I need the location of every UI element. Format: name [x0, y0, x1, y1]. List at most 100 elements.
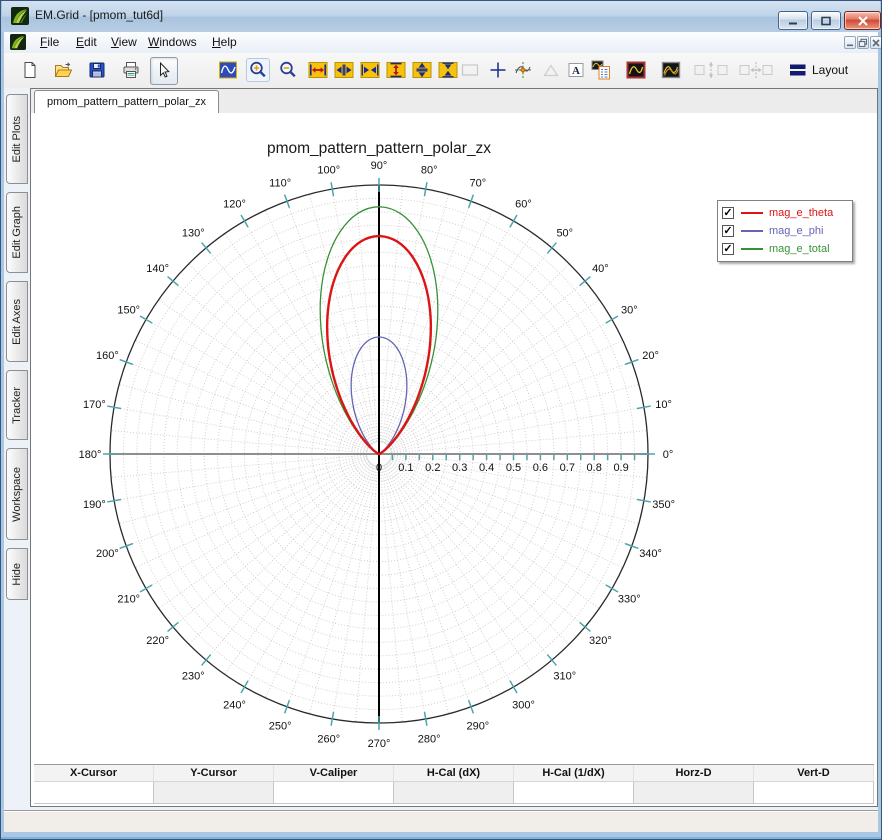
new-file-icon[interactable] [19, 59, 41, 81]
sidebar-tab-tracker[interactable]: Tracker [6, 370, 28, 440]
layout-label: Layout [812, 63, 848, 77]
legend-label: mag_e_theta [769, 207, 833, 219]
crosshair-cursor-icon[interactable] [487, 59, 509, 81]
svg-text:40°: 40° [592, 263, 609, 275]
h-zoom-in-icon[interactable] [359, 59, 381, 81]
sidebar-tab-edit-plots[interactable]: Edit Plots [6, 94, 28, 184]
menu-file[interactable]: File [36, 32, 63, 53]
svg-text:210°: 210° [117, 594, 140, 606]
readout-value-6 [754, 782, 874, 804]
svg-text:140°: 140° [146, 263, 169, 275]
svg-text:0: 0 [376, 462, 382, 474]
svg-text:20°: 20° [642, 350, 659, 362]
tracker-tool-icon[interactable] [512, 59, 534, 81]
readout-header-h-cal-dx-: H-Cal (dX) [394, 765, 514, 781]
svg-text:0.6: 0.6 [533, 462, 548, 474]
pointer-tool-icon[interactable] [150, 57, 178, 85]
svg-text:A: A [572, 65, 580, 77]
svg-text:0.1: 0.1 [398, 462, 413, 474]
mdi-close-button[interactable] [870, 36, 882, 49]
h-zoom-out-icon[interactable] [333, 59, 355, 81]
maximize-button[interactable] [811, 11, 841, 30]
zoom-out-icon[interactable] [277, 59, 299, 81]
layout-icon[interactable] [788, 59, 810, 81]
svg-text:0.8: 0.8 [587, 462, 602, 474]
svg-text:60°: 60° [515, 199, 532, 211]
svg-text:280°: 280° [418, 734, 441, 746]
sidebar-tab-edit-axes[interactable]: Edit Axes [6, 281, 28, 362]
chart-title: pmom_pattern_pattern_polar_zx [267, 140, 491, 157]
readout-header-h-cal-1-dx-: H-Cal (1/dX) [514, 765, 634, 781]
readout-value-1 [154, 782, 274, 804]
single-graph-icon[interactable] [625, 59, 647, 81]
readout-header-row: X-CursorY-CursorV-CaliperH-Cal (dX)H-Cal… [34, 765, 874, 782]
readout-value-row [34, 782, 874, 804]
document-tab[interactable]: pmom_pattern_pattern_polar_zx [34, 90, 219, 114]
legend-checkbox-mag_e_theta[interactable]: ✓ [722, 207, 734, 219]
multi-graph-icon[interactable] [660, 59, 682, 81]
chart-area: 0°10°20°30°40°50°60°70°80°90°100°110°120… [31, 113, 877, 806]
print-icon[interactable] [120, 59, 142, 81]
readout-header-vert-d: Vert-D [754, 765, 874, 781]
save-file-icon[interactable] [86, 59, 108, 81]
svg-text:50°: 50° [556, 228, 573, 240]
plot-list-icon[interactable] [590, 59, 612, 81]
split-horizontal-icon [738, 59, 774, 81]
menu-view[interactable]: View [107, 32, 141, 53]
sidebar-tab-hide[interactable]: Hide [6, 548, 28, 600]
legend-row-mag_e_phi: ✓ mag_e_phi [722, 222, 848, 240]
add-text-icon[interactable]: A [565, 59, 587, 81]
close-button[interactable] [844, 11, 881, 30]
mdi-restore-button[interactable] [857, 36, 869, 49]
readout-header-y-cursor: Y-Cursor [154, 765, 274, 781]
sidebar-tab-workspace[interactable]: Workspace [6, 448, 28, 540]
v-autoscale-icon[interactable] [385, 59, 407, 81]
readout-value-4 [514, 782, 634, 804]
svg-text:0°: 0° [663, 449, 674, 461]
svg-text:320°: 320° [589, 635, 612, 647]
legend-row-mag_e_total: ✓mag_e_total [722, 240, 848, 258]
readout-value-5 [634, 782, 754, 804]
svg-text:300°: 300° [512, 699, 535, 711]
window-title: EM.Grid - [pmom_tut6d] [35, 8, 163, 22]
v-zoom-out-icon[interactable] [411, 59, 433, 81]
svg-text:260°: 260° [317, 734, 340, 746]
svg-text:270°: 270° [368, 738, 391, 750]
sidebar-tab-edit-graph[interactable]: Edit Graph [6, 192, 28, 273]
svg-text:0.3: 0.3 [452, 462, 467, 474]
toolbar: A Layout [4, 53, 878, 89]
legend-checkbox-mag_e_total[interactable]: ✓ [722, 243, 734, 255]
svg-text:160°: 160° [96, 350, 119, 362]
h-autoscale-icon[interactable] [307, 59, 329, 81]
legend-line-swatch [741, 230, 763, 232]
chart-legend: ✓ mag_e_theta ✓ mag_e_phi ✓mag_e_total [717, 200, 853, 262]
readout-value-3 [394, 782, 514, 804]
svg-text:90°: 90° [371, 160, 388, 172]
statusbar [4, 810, 878, 832]
menu-help[interactable]: Help [208, 32, 241, 53]
document-tab-label: pmom_pattern_pattern_polar_zx [47, 96, 206, 108]
fit-view-icon[interactable] [217, 59, 239, 81]
svg-text:0.5: 0.5 [506, 462, 521, 474]
sidebar-tab-label: Edit Axes [11, 299, 23, 345]
menu-edit[interactable]: Edit [72, 32, 101, 53]
mdi-minimize-button[interactable] [844, 36, 856, 49]
svg-text:0.4: 0.4 [479, 462, 494, 474]
open-file-icon[interactable] [52, 59, 74, 81]
svg-text:30°: 30° [621, 305, 638, 317]
svg-text:310°: 310° [553, 670, 576, 682]
legend-checkbox-mag_e_phi[interactable]: ✓ [722, 225, 734, 237]
svg-text:0.7: 0.7 [560, 462, 575, 474]
svg-text:190°: 190° [83, 499, 106, 511]
sidebar-tab-label: Edit Graph [11, 206, 23, 259]
document-tabbar: pmom_pattern_pattern_polar_zx [31, 89, 877, 114]
sidebar-tab-label: Edit Plots [11, 116, 23, 162]
legend-label: mag_e_phi [769, 225, 823, 237]
zoom-in-icon[interactable] [246, 58, 270, 82]
svg-text:80°: 80° [421, 164, 438, 176]
svg-text:120°: 120° [223, 199, 246, 211]
menu-windows[interactable]: Windows [144, 32, 201, 53]
v-zoom-in-icon[interactable] [437, 59, 459, 81]
minimize-button[interactable] [778, 11, 808, 30]
svg-text:70°: 70° [470, 177, 487, 189]
